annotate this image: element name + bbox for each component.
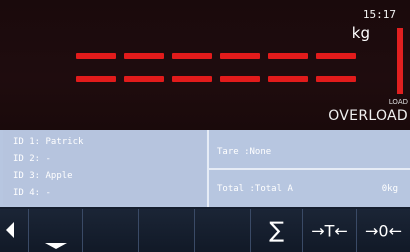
softkey-1[interactable] (82, 209, 138, 252)
sigma-icon: ∑ (269, 218, 284, 243)
clock: 15:17 (362, 8, 396, 21)
unit-label: kg (351, 24, 370, 42)
dash-segment (124, 76, 164, 82)
dash-segment (316, 76, 356, 82)
id-list: ID 1: Patrick ID 2: - ID 3: Apple ID 4: … (3, 130, 206, 205)
tare-button[interactable]: →T← (302, 209, 356, 252)
weight-display: 15:17 kg LOAD OVERLOAD (0, 0, 410, 130)
load-bar (397, 28, 403, 94)
id-line-1: ID 1: Patrick (13, 137, 84, 147)
sum-button[interactable]: ∑ (250, 209, 302, 252)
dash-segment (172, 76, 212, 82)
softkey-3[interactable] (194, 209, 250, 252)
tare-status: Tare :None (217, 147, 272, 157)
load-label: LOAD (388, 98, 408, 106)
scale-screen: 15:17 kg LOAD OVERLOAD ID 1: Patrick ID … (0, 0, 410, 252)
softkey-2[interactable] (138, 209, 194, 252)
load-bar-fill (397, 28, 403, 94)
tare-icon: →T← (311, 221, 348, 240)
dash-segment (124, 53, 164, 59)
id-line-2: ID 2: - (13, 154, 51, 164)
back-button[interactable] (0, 209, 28, 252)
chevron-down-icon (44, 243, 67, 249)
zero-button[interactable]: →0← (356, 209, 410, 252)
total-label: Total :Total A (217, 184, 293, 194)
zero-icon: →0← (365, 221, 402, 240)
menu-down-button[interactable] (28, 209, 82, 252)
dash-segment (268, 76, 308, 82)
dash-segment (76, 53, 116, 59)
id-line-4: ID 4: - (13, 188, 51, 198)
id-line-3: ID 3: Apple (13, 171, 73, 181)
weight-overload-dashes (76, 53, 356, 85)
overload-indicator: OVERLOAD (328, 108, 408, 124)
total-value: 0kg (381, 184, 398, 194)
info-divider-horizontal (209, 168, 410, 170)
dash-segment (268, 53, 308, 59)
dash-segment (316, 53, 356, 59)
dash-segment (220, 76, 260, 82)
dash-segment (172, 53, 212, 59)
dash-segment (76, 76, 116, 82)
arrow-left-icon (6, 222, 14, 238)
dash-segment (220, 53, 260, 59)
